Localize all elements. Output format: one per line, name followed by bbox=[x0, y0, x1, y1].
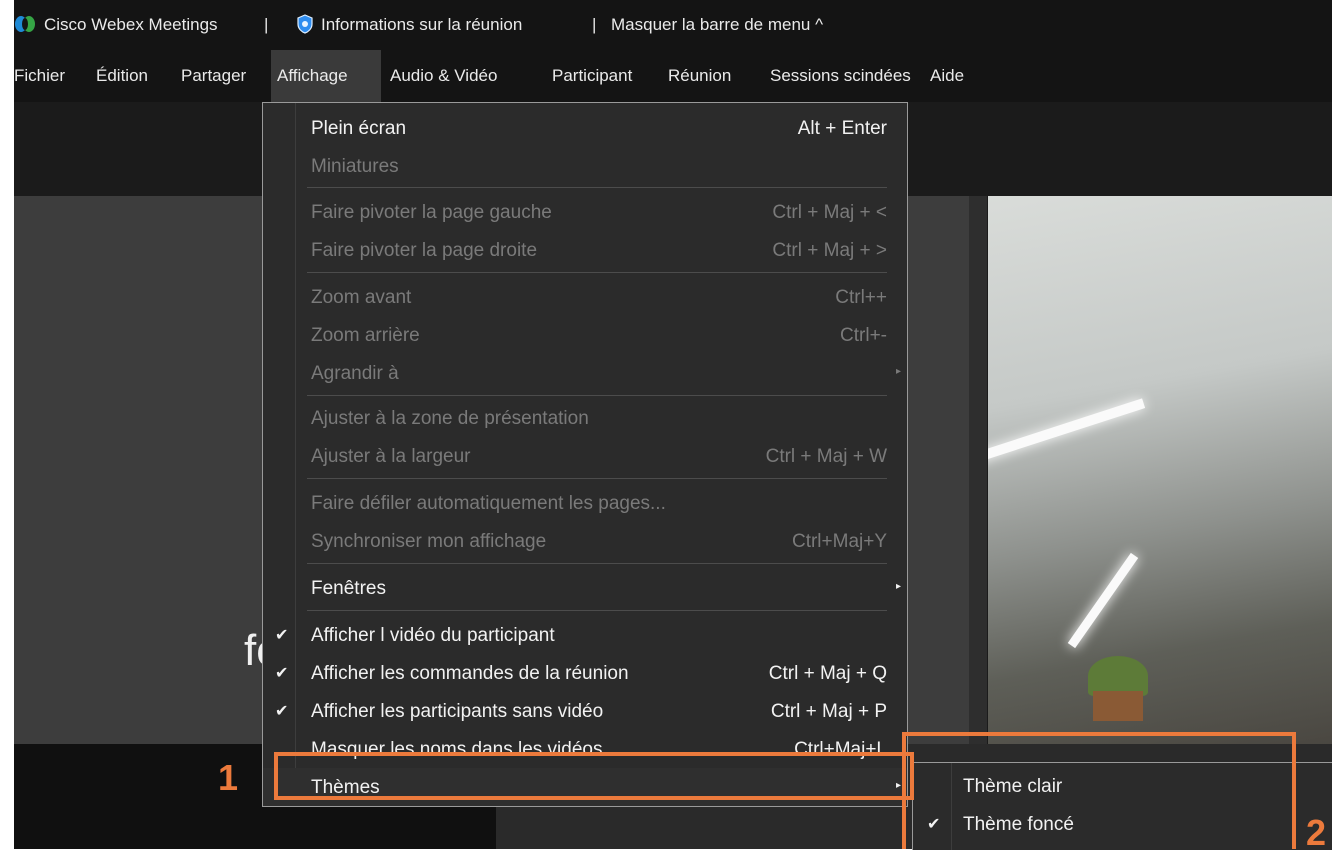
menu-item-zoom-in[interactable]: Zoom avant Ctrl++ bbox=[263, 278, 907, 316]
menu-separator bbox=[307, 478, 887, 479]
menu-separator bbox=[307, 187, 887, 188]
menu-audio-video[interactable]: Audio & Vidéo bbox=[384, 50, 503, 102]
menu-bar: Fichier Édition Partager Affichage Audio… bbox=[14, 50, 1332, 102]
menu-item-show-meeting-controls[interactable]: ✔ Afficher les commandes de la réunion C… bbox=[263, 654, 907, 692]
menu-item-sync-view[interactable]: Synchroniser mon affichage Ctrl+Maj+Y bbox=[263, 522, 907, 560]
menu-item-thumbnails[interactable]: Miniatures bbox=[263, 147, 907, 185]
video-ceiling-light bbox=[1067, 552, 1139, 649]
menu-separator bbox=[307, 272, 887, 273]
submenu-arrow-icon: ▸ bbox=[895, 581, 901, 592]
meeting-info-button[interactable]: Informations sur la réunion bbox=[321, 15, 522, 35]
menu-item-fit-presentation[interactable]: Ajuster à la zone de présentation bbox=[263, 399, 907, 437]
menu-share[interactable]: Partager bbox=[175, 50, 252, 102]
menu-breakout-sessions[interactable]: Sessions scindées bbox=[764, 50, 917, 102]
menu-item-zoom-to[interactable]: Agrandir à ▸ bbox=[263, 354, 907, 392]
check-icon: ✔ bbox=[275, 627, 289, 644]
title-bar: Cisco Webex Meetings | Informations sur … bbox=[14, 0, 1332, 50]
menu-edit[interactable]: Édition bbox=[90, 50, 154, 102]
menu-separator bbox=[307, 563, 887, 564]
menu-item-rotate-right[interactable]: Faire pivoter la page droite Ctrl + Maj … bbox=[263, 231, 907, 269]
hide-menu-bar-button[interactable]: Masquer la barre de menu ^ bbox=[611, 15, 823, 35]
menu-item-windows[interactable]: Fenêtres ▸ bbox=[263, 569, 907, 607]
menu-view[interactable]: Affichage bbox=[271, 50, 381, 102]
webex-logo-icon bbox=[15, 16, 35, 32]
video-plant bbox=[1088, 656, 1148, 696]
check-icon: ✔ bbox=[275, 703, 289, 720]
title-separator: | bbox=[264, 15, 269, 34]
menu-item-fullscreen[interactable]: Plein écran Alt + Enter bbox=[263, 109, 907, 147]
shield-icon[interactable] bbox=[296, 14, 314, 34]
menu-separator bbox=[307, 610, 887, 611]
video-ceiling-light bbox=[988, 398, 1146, 464]
annotation-box-step-2 bbox=[902, 732, 1296, 849]
participant-video bbox=[988, 196, 1332, 744]
panel-divider[interactable] bbox=[969, 196, 987, 744]
video-plant-pot bbox=[1093, 691, 1143, 721]
submenu-arrow-icon: ▸ bbox=[895, 366, 901, 377]
view-menu-dropdown: Plein écran Alt + Enter Miniatures Faire… bbox=[262, 102, 908, 807]
menu-file[interactable]: Fichier bbox=[14, 50, 71, 102]
annotation-step-2-label: 2 bbox=[1306, 812, 1327, 853]
menu-help[interactable]: Aide bbox=[924, 50, 970, 102]
title-separator: | bbox=[592, 15, 597, 34]
app-name: Cisco Webex Meetings bbox=[44, 15, 218, 34]
menu-item-rotate-left[interactable]: Faire pivoter la page gauche Ctrl + Maj … bbox=[263, 193, 907, 231]
menu-item-fit-width[interactable]: Ajuster à la largeur Ctrl + Maj + W bbox=[263, 437, 907, 475]
menu-item-zoom-out[interactable]: Zoom arrière Ctrl+- bbox=[263, 316, 907, 354]
menu-meeting[interactable]: Réunion bbox=[662, 50, 737, 102]
menu-participant[interactable]: Participant bbox=[546, 50, 638, 102]
menu-separator bbox=[307, 395, 887, 396]
menu-item-show-participant-video[interactable]: ✔ Afficher l vidéo du participant bbox=[263, 616, 907, 654]
menu-item-show-participants-without-video[interactable]: ✔ Afficher les participants sans vidéo C… bbox=[263, 692, 907, 730]
menu-item-auto-scroll[interactable]: Faire défiler automatiquement les pages.… bbox=[263, 484, 907, 522]
annotation-box-step-1 bbox=[274, 752, 914, 800]
check-icon: ✔ bbox=[275, 665, 289, 682]
annotation-step-1-label: 1 bbox=[218, 757, 239, 798]
